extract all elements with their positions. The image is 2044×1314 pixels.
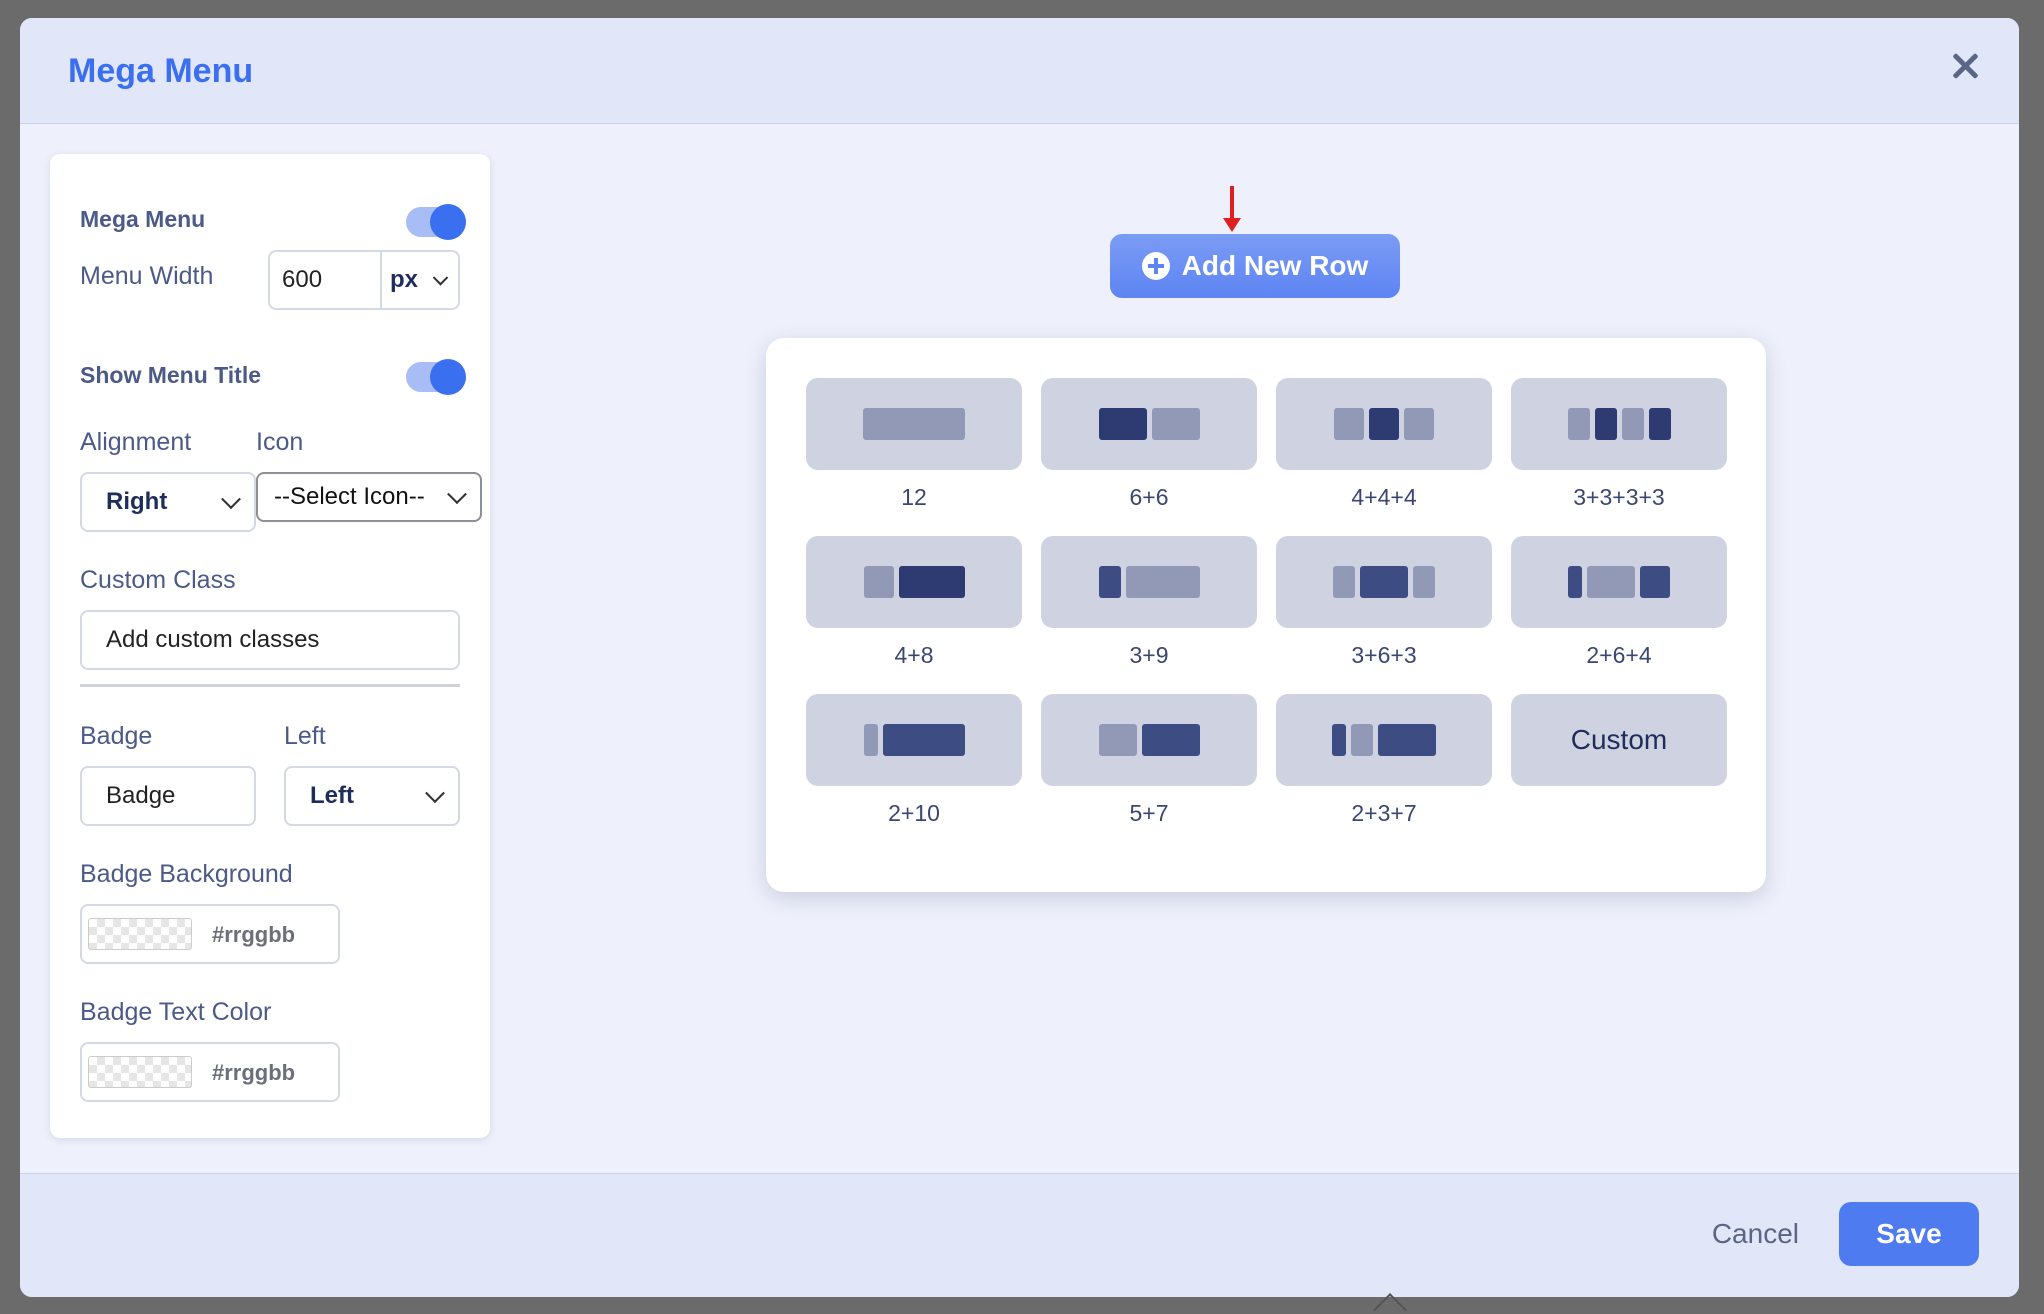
toggle-knob: [430, 204, 466, 240]
badge-text-color-label: Badge Text Color: [80, 998, 272, 1026]
cancel-button[interactable]: Cancel: [1712, 1218, 1799, 1250]
layout-caption: 2+10: [888, 800, 940, 826]
custom-layout-label: Custom: [1570, 724, 1668, 755]
layout-caption: 2+3+7: [1351, 800, 1417, 826]
alignment-value: Right: [106, 488, 168, 515]
layout-caption: 3+9: [1129, 642, 1169, 668]
layout-caption: 3+3+3+3: [1573, 484, 1665, 510]
layout-caption: 6+6: [1129, 484, 1169, 510]
layout-tile-4-4-4[interactable]: [1276, 378, 1492, 470]
badge-text-color-picker[interactable]: #rrggbb: [80, 1042, 340, 1102]
badge-label: Badge: [80, 722, 153, 750]
layout-tile-12[interactable]: [806, 378, 1022, 470]
layout-caption: 3+6+3: [1351, 642, 1417, 668]
badge-background-picker[interactable]: #rrggbb: [80, 904, 340, 964]
menu-width-unit-select[interactable]: px: [380, 250, 460, 310]
modal-header: Mega Menu: [20, 18, 2019, 124]
red-arrow-annotation: [1223, 186, 1241, 232]
badge-position-select[interactable]: Left: [284, 766, 460, 826]
show-menu-title-toggle[interactable]: [406, 359, 466, 395]
toggle-knob: [430, 359, 466, 395]
add-new-row-label: Add New Row: [1181, 250, 1369, 281]
icon-label: Icon: [256, 428, 304, 456]
chevron-down-icon: [447, 484, 467, 505]
icon-select-value: --Select Icon--: [274, 483, 425, 510]
layout-tile-2-6-4[interactable]: [1511, 536, 1727, 628]
layout-caption: 4+4+4: [1351, 484, 1417, 510]
color-swatch[interactable]: [88, 918, 192, 950]
layout-tile-3-9[interactable]: [1041, 536, 1257, 628]
layout-tile-2-10[interactable]: [806, 694, 1022, 786]
modal-footer: Cancel Save: [20, 1173, 2019, 1297]
chevron-down-icon: [432, 270, 449, 286]
save-button[interactable]: Save: [1839, 1202, 1979, 1266]
layout-tile-custom[interactable]: Custom: [1511, 694, 1727, 786]
menu-width-input[interactable]: 600: [268, 250, 382, 310]
badge-text-color-value: #rrggbb: [212, 1060, 296, 1085]
layout-tile-5-7[interactable]: [1041, 694, 1257, 786]
add-new-row-button[interactable]: Add New Row: [1110, 234, 1400, 298]
alignment-label: Alignment: [80, 428, 192, 456]
color-swatch[interactable]: [88, 1056, 192, 1088]
close-icon[interactable]: [1947, 48, 1983, 84]
badge-position-label: Left: [284, 722, 326, 750]
mega-menu-toggle[interactable]: [406, 204, 466, 240]
layout-tile-2-3-7[interactable]: [1276, 694, 1492, 786]
menu-width-label: Menu Width: [80, 262, 214, 290]
custom-class-input[interactable]: Add custom classes: [80, 610, 460, 670]
unit-value: px: [390, 266, 419, 293]
show-menu-title-label: Show Menu Title: [80, 362, 262, 388]
badge-background-value: #rrggbb: [212, 922, 296, 947]
settings-panel: Mega Menu Menu Width 600 px Show Menu Ti…: [50, 154, 490, 1138]
plus-circle-icon: [1141, 252, 1170, 280]
icon-select[interactable]: --Select Icon--: [256, 472, 482, 522]
divider: [80, 684, 460, 687]
chevron-down-icon: [221, 489, 241, 510]
layout-caption: 2+6+4: [1586, 642, 1652, 668]
mega-menu-modal: Mega Menu Mega Menu Menu Width 600 px Sh…: [20, 18, 2019, 1297]
layout-tile-4-8[interactable]: [806, 536, 1022, 628]
badge-position-value: Left: [310, 782, 354, 809]
layout-caption: 12: [901, 484, 927, 510]
layout-caption: 5+7: [1129, 800, 1169, 826]
row-layout-picker: 12 6+6 4+4+4 3+3+3+3 4+8 3+9 3+6+3 2+6+4: [766, 338, 1766, 892]
custom-class-label: Custom Class: [80, 566, 236, 594]
layout-tile-3-3-3-3[interactable]: [1511, 378, 1727, 470]
badge-input[interactable]: Badge: [80, 766, 256, 826]
badge-background-label: Badge Background: [80, 860, 293, 888]
layout-caption: 4+8: [894, 642, 934, 668]
layout-tile-3-6-3[interactable]: [1276, 536, 1492, 628]
chevron-down-icon: [425, 783, 445, 804]
modal-title: Mega Menu: [68, 52, 254, 90]
mega-menu-label: Mega Menu: [80, 206, 206, 232]
layout-tile-6-6[interactable]: [1041, 378, 1257, 470]
alignment-select[interactable]: Right: [80, 472, 256, 532]
